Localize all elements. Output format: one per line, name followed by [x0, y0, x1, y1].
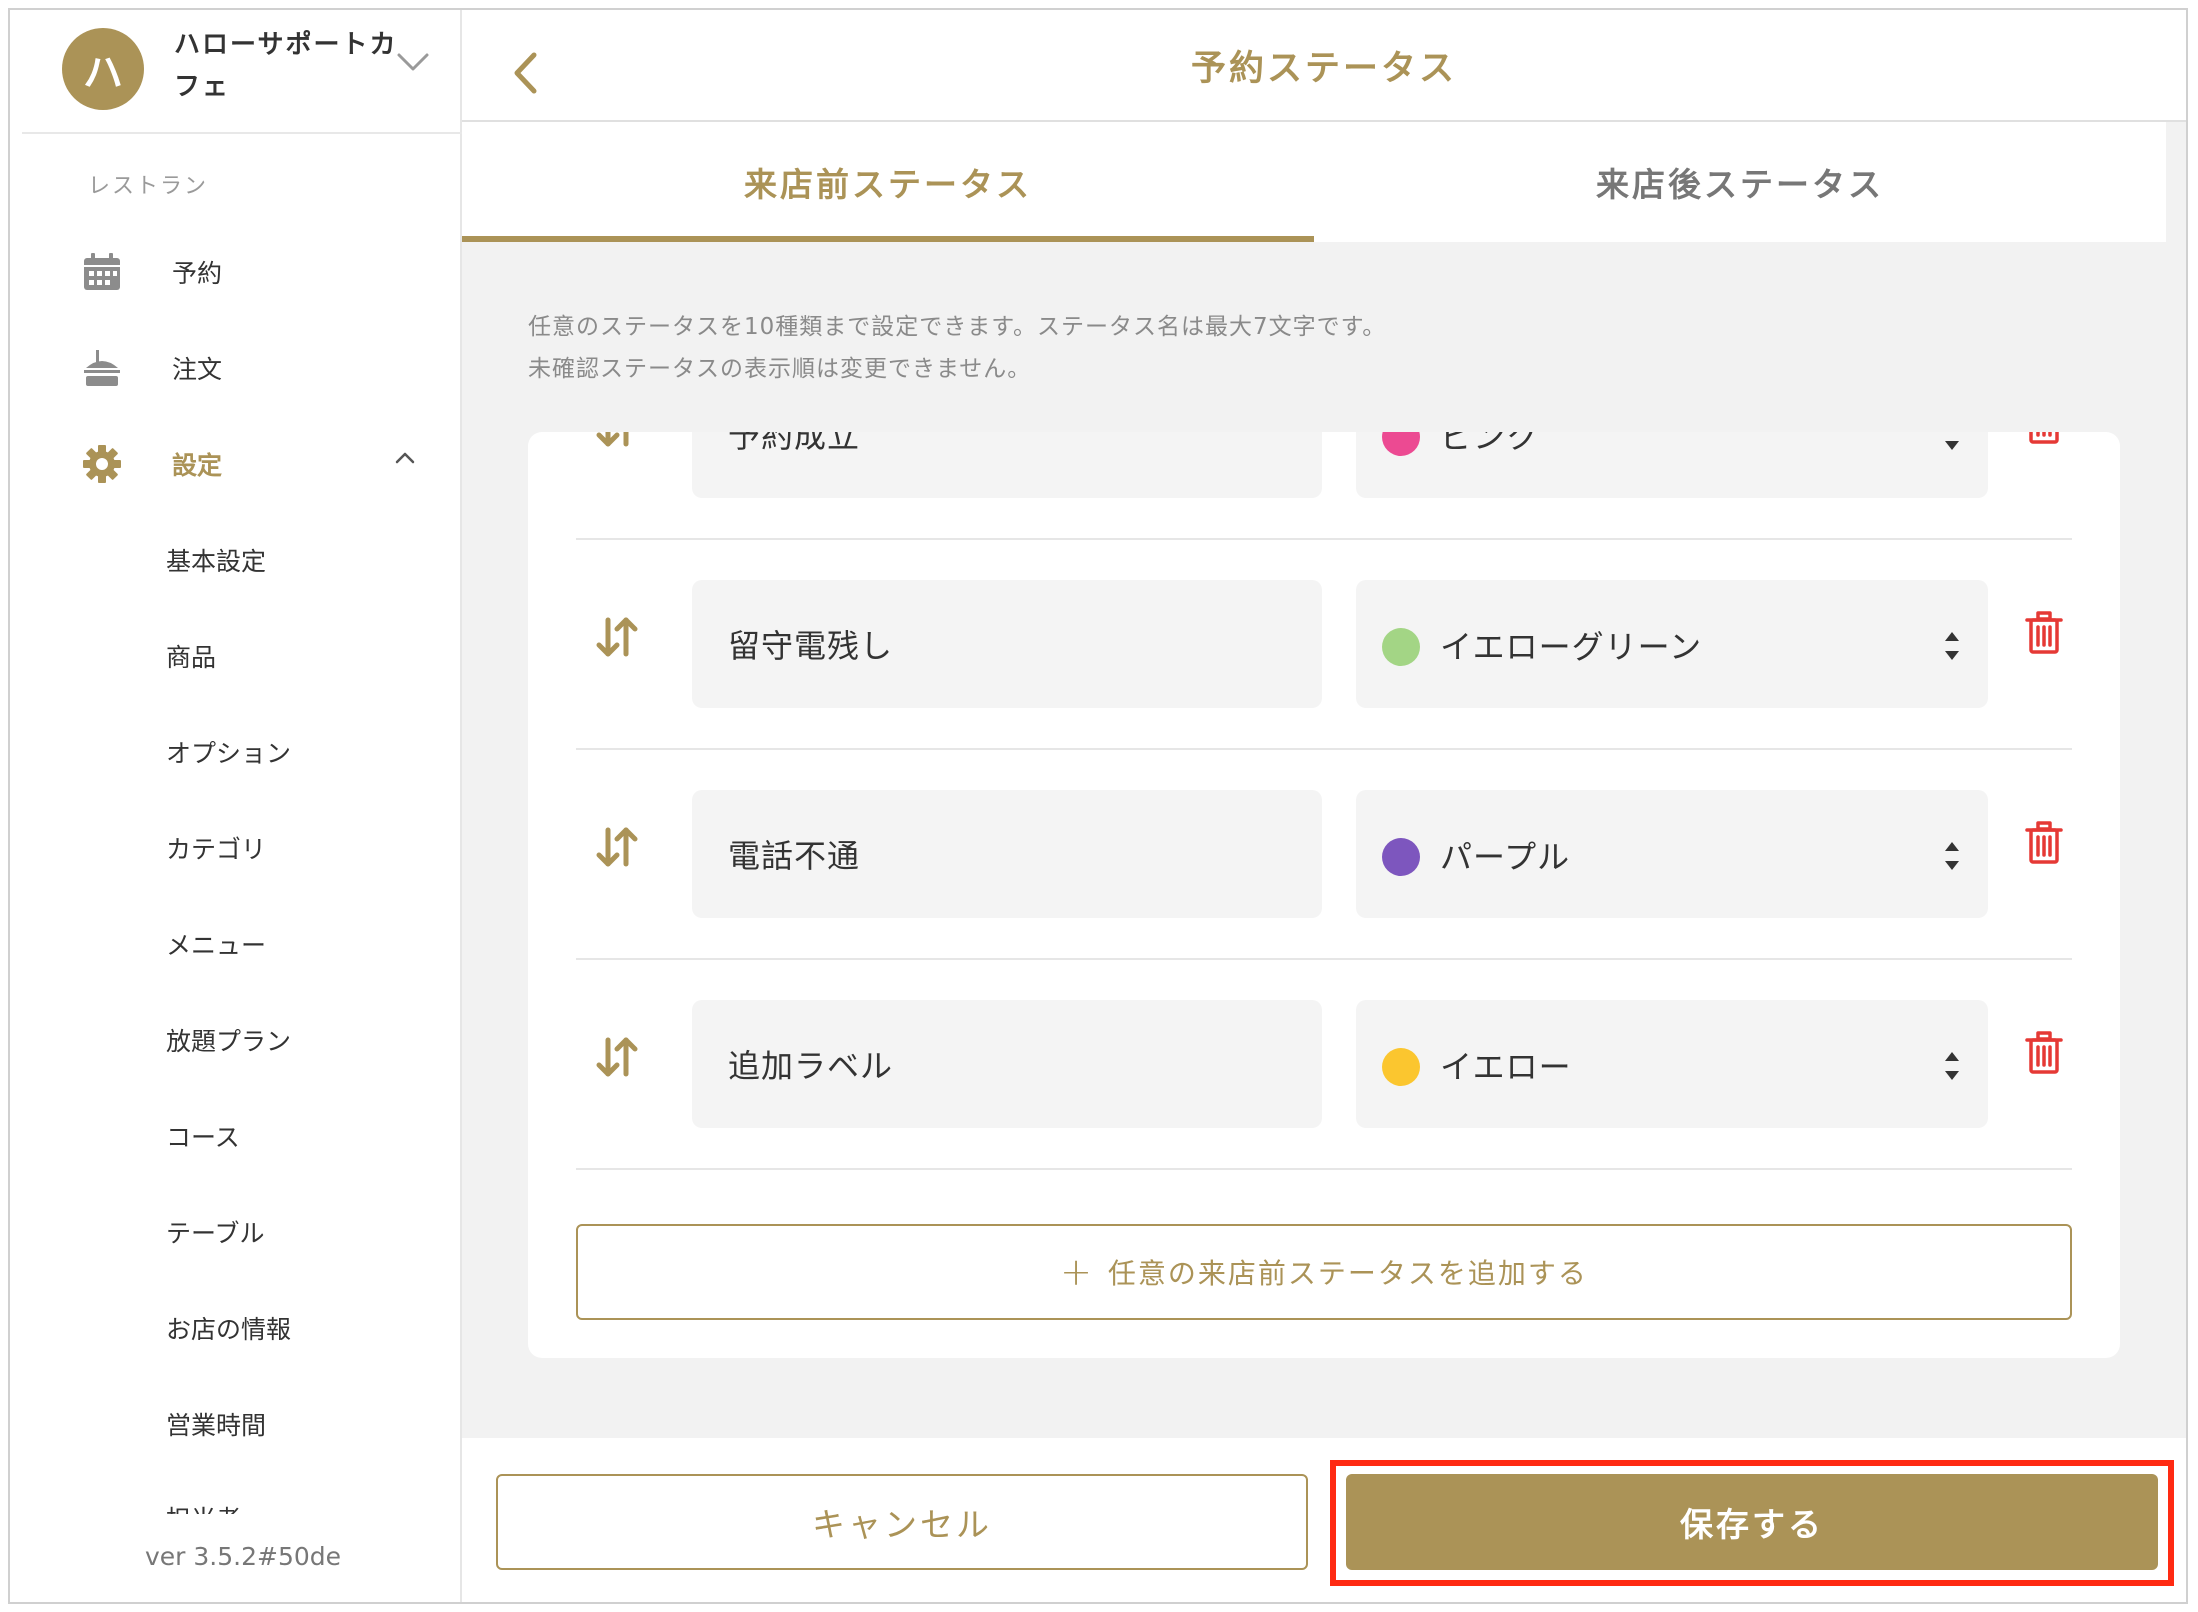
status-list-card: 予約成立 ピンク 留守電残し イエローグリーン 電話不通 パープル 追加ラベル …: [528, 432, 2120, 1358]
color-label: イエロー: [1440, 1048, 1572, 1086]
trash-icon[interactable]: [2024, 432, 2064, 446]
color-swatch: [1382, 1048, 1420, 1086]
status-row: 留守電残し イエローグリーン: [576, 540, 2072, 750]
select-arrows-icon: [1945, 441, 1959, 450]
sort-arrows-icon[interactable]: [592, 1032, 642, 1082]
color-swatch: [1382, 432, 1420, 456]
cancel-button[interactable]: キャンセル: [496, 1474, 1308, 1570]
app-window: ハ ハローサポートカフェ レストラン 予約 注文 設定 基本設定 商品 オプショ…: [8, 8, 2188, 1604]
sidebar-subitem-store-info[interactable]: お店の情報: [166, 1310, 291, 1346]
select-arrows-icon: [1945, 1052, 1959, 1080]
sort-arrows-icon[interactable]: [592, 822, 642, 872]
status-name-field[interactable]: 留守電残し: [692, 580, 1322, 708]
add-status-label: 任意の来店前ステータスを追加する: [1107, 1257, 1588, 1290]
color-select[interactable]: イエロー: [1356, 1000, 1988, 1128]
color-select[interactable]: ピンク: [1356, 432, 1988, 498]
gear-icon: [83, 445, 121, 483]
sidebar-subitem-partial[interactable]: 担当者: [166, 1498, 286, 1514]
sort-arrows-icon[interactable]: [592, 432, 642, 452]
highlight-box: [1330, 1460, 2174, 1586]
store-name: ハローサポートカフェ: [174, 30, 398, 102]
page-header: 予約ステータス: [462, 10, 2186, 122]
description: 任意のステータスを10種類まで設定できます。ステータス名は最大7文字です。 未確…: [528, 306, 1386, 390]
color-swatch: [1382, 838, 1420, 876]
main-content: 予約ステータス 来店前ステータス 来店後ステータス 任意のステータスを10種類ま…: [462, 10, 2186, 1602]
action-footer: キャンセル 保存する: [462, 1438, 2186, 1602]
status-name-field[interactable]: 電話不通: [692, 790, 1322, 918]
trash-icon[interactable]: [2024, 820, 2064, 866]
sidebar-subitem-products[interactable]: 商品: [166, 638, 216, 674]
sidebar-subitem-menu[interactable]: メニュー: [166, 926, 266, 962]
plus-icon: +: [1060, 1250, 1094, 1294]
status-row: 予約成立 ピンク: [576, 432, 2072, 540]
description-line: 未確認ステータスの表示順は変更できません。: [528, 356, 1032, 382]
color-select[interactable]: イエローグリーン: [1356, 580, 1988, 708]
tab-after-visit[interactable]: 来店後ステータス: [1314, 122, 2166, 242]
status-row: 追加ラベル イエロー: [576, 960, 2072, 1170]
sidebar-subitem-options[interactable]: オプション: [166, 734, 291, 770]
trash-icon[interactable]: [2024, 1030, 2064, 1076]
status-row: 電話不通 パープル: [576, 750, 2072, 960]
trash-icon[interactable]: [2024, 610, 2064, 656]
sort-arrows-icon[interactable]: [592, 612, 642, 662]
store-switcher[interactable]: ハ ハローサポートカフェ: [22, 10, 462, 134]
sidebar: ハ ハローサポートカフェ レストラン 予約 注文 設定 基本設定 商品 オプショ…: [10, 10, 462, 1602]
add-status-button[interactable]: + 任意の来店前ステータスを追加する: [576, 1224, 2072, 1320]
calendar-icon: [84, 253, 120, 290]
color-label: パープル: [1440, 838, 1571, 876]
page-title: 予約ステータス: [1190, 49, 1457, 89]
sidebar-item-settings[interactable]: 設定: [80, 434, 440, 494]
sidebar-item-reservations[interactable]: 予約: [80, 242, 440, 302]
color-label: ピンク: [1440, 432, 1540, 456]
status-tabs: 来店前ステータス 来店後ステータス: [462, 122, 2166, 242]
sidebar-subitem-courses[interactable]: コース: [166, 1118, 240, 1154]
color-select[interactable]: パープル: [1356, 790, 1988, 918]
sidebar-subitem-all-you-can-plans[interactable]: 放題プラン: [166, 1022, 291, 1058]
sidebar-subitem-basic-settings[interactable]: 基本設定: [166, 542, 266, 578]
food-tray-icon: [84, 350, 120, 386]
sidebar-item-label: 予約: [172, 259, 223, 288]
status-name-field[interactable]: 予約成立: [692, 432, 1322, 498]
sidebar-item-label: 注文: [172, 355, 223, 384]
sidebar-subitem-tables[interactable]: テーブル: [166, 1214, 265, 1250]
select-arrows-icon: [1945, 842, 1959, 870]
select-arrows-icon: [1945, 632, 1959, 660]
sidebar-subitem-categories[interactable]: カテゴリ: [166, 830, 266, 866]
color-label: イエローグリーン: [1440, 628, 1703, 666]
app-version: ver 3.5.2#50de: [145, 1542, 342, 1571]
tab-before-visit[interactable]: 来店前ステータス: [462, 122, 1314, 242]
color-swatch: [1382, 628, 1420, 666]
section-label-restaurant: レストラン: [88, 174, 209, 199]
description-line: 任意のステータスを10種類まで設定できます。ステータス名は最大7文字です。: [528, 314, 1387, 340]
sidebar-item-label: 設定: [172, 451, 223, 480]
sidebar-item-orders[interactable]: 注文: [80, 338, 440, 398]
status-name-field[interactable]: 追加ラベル: [692, 1000, 1322, 1128]
avatar: ハ: [62, 28, 144, 110]
chevron-up-icon[interactable]: [392, 448, 418, 466]
chevron-down-icon[interactable]: [396, 50, 430, 74]
sidebar-item-label: 担当者: [166, 1505, 241, 1514]
sidebar-subitem-business-hours[interactable]: 営業時間: [166, 1406, 266, 1442]
